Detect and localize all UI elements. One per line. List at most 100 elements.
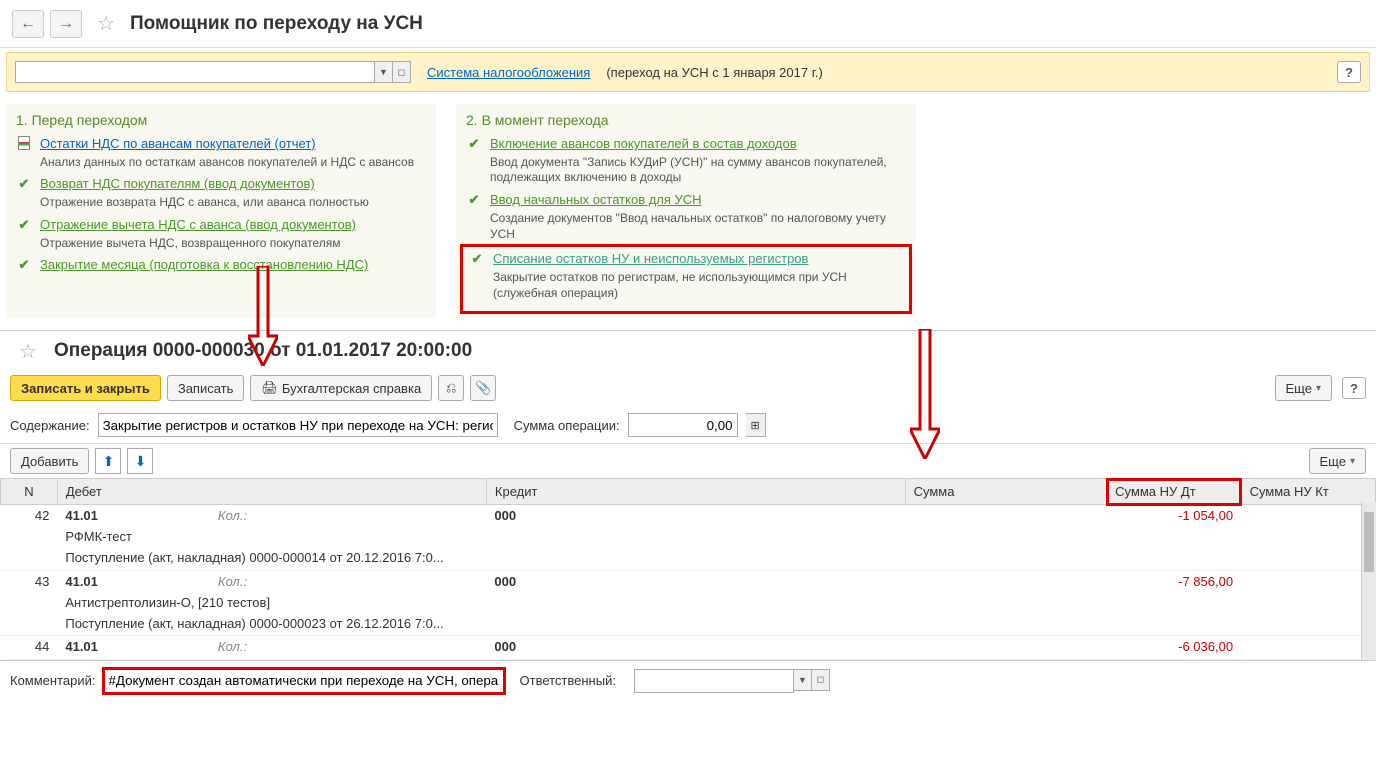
content-input[interactable] — [98, 413, 498, 437]
table-header-row: N Дебет Кредит Сумма Сумма НУ Дт Сумма Н… — [1, 479, 1376, 505]
responsible-combo: ▼ ◻ — [634, 669, 830, 693]
add-row-button[interactable]: Добавить — [10, 448, 89, 474]
structure-button[interactable] — [438, 375, 464, 401]
cell-sum-nu-dt: -7 856,00 — [1107, 570, 1241, 592]
step-item: ✔ Возврат НДС покупателям (ввод документо… — [16, 176, 426, 210]
attachments-button[interactable] — [470, 375, 496, 401]
step-item: ✔ Закрытие месяца (подготовка к восстанов… — [16, 257, 426, 274]
report-icon — [18, 136, 30, 150]
favorite-icon[interactable]: ☆ — [94, 12, 118, 36]
col-debit[interactable]: Дебет — [57, 479, 486, 505]
table-more-button[interactable]: Еще — [1309, 448, 1366, 474]
footer-row: Комментарий: Ответственный: ▼ ◻ — [0, 660, 1376, 701]
step-link[interactable]: Отражение вычета НДС с аванса (ввод доку… — [40, 217, 426, 234]
move-up-button[interactable]: ⬆ — [95, 448, 121, 474]
vertical-scrollbar[interactable] — [1361, 502, 1376, 660]
step-description: Создание документов "Ввод начальных оста… — [490, 211, 906, 242]
cell-sum — [905, 570, 1107, 592]
transition-info-text: (переход на УСН с 1 января 2017 г.) — [606, 65, 822, 80]
col-credit[interactable]: Кредит — [486, 479, 905, 505]
org-open-button[interactable]: ◻ — [393, 61, 411, 83]
cell-sum-nu-kt — [1241, 570, 1375, 592]
steps-during: 2. В момент перехода ✔Включение авансов … — [456, 104, 916, 318]
paperclip-icon — [475, 380, 491, 396]
operation-toolbar: Записать и закрыть Записать Бухгалтерска… — [0, 369, 1376, 407]
steps-before-title: 1. Перед переходом — [16, 112, 426, 128]
comment-input[interactable] — [104, 669, 504, 693]
save-and-close-button[interactable]: Записать и закрыть — [10, 375, 161, 401]
steps-container: 1. Перед переходом Остатки НДС по аванса… — [0, 96, 1376, 330]
table-row[interactable]: 4441.01Кол.:000-6 036,00 — [1, 636, 1376, 658]
col-sum-nu-dt[interactable]: Сумма НУ Дт — [1107, 479, 1241, 505]
cell-sum-nu-kt — [1241, 505, 1375, 527]
table-subrow[interactable]: Антистрептолизин-О, [210 тестов] — [1, 592, 1376, 613]
step-description: Закрытие остатков по регистрам, не испол… — [493, 270, 903, 301]
cell-sub1: РФМК-тест — [57, 526, 486, 547]
cell-sum-nu-kt — [1241, 636, 1375, 658]
operation-header: ☆ Операция 0000-000030 от 01.01.2017 20:… — [0, 330, 1376, 369]
step-link[interactable]: Остатки НДС по авансам покупателей (отче… — [40, 136, 426, 153]
save-button[interactable]: Записать — [167, 375, 245, 401]
cell-n: 44 — [1, 636, 58, 658]
step-link[interactable]: Возврат НДС покупателям (ввод документов… — [40, 176, 426, 193]
check-icon: ✔ — [469, 192, 480, 207]
operation-title: Операция 0000-000030 от 01.01.2017 20:00… — [54, 340, 472, 362]
check-icon: ✔ — [19, 176, 30, 191]
cell-sub2: Поступление (акт, накладная) 0000-000023… — [57, 613, 486, 634]
info-bar: ▼ ◻ Система налогообложения (переход на … — [6, 52, 1370, 92]
org-dropdown-button[interactable]: ▼ — [375, 61, 393, 83]
table-subrow[interactable]: РФМК-тест — [1, 526, 1376, 547]
cell-sum — [905, 636, 1107, 658]
cell-credit: 000 — [486, 570, 905, 592]
cell-sum-nu-dt: -6 036,00 — [1107, 636, 1241, 658]
check-icon: ✔ — [19, 257, 30, 272]
cell-debit: 41.01Кол.: — [57, 505, 486, 527]
col-sum-nu-kt[interactable]: Сумма НУ Кт — [1241, 479, 1375, 505]
forward-button[interactable]: → — [50, 10, 82, 38]
step-item: ✔Отражение вычета НДС с аванса (ввод док… — [16, 217, 426, 251]
help-button[interactable]: ? — [1337, 61, 1361, 83]
more-button[interactable]: Еще — [1275, 375, 1332, 401]
entries-table: N Дебет Кредит Сумма Сумма НУ Дт Сумма Н… — [0, 478, 1376, 660]
move-down-button[interactable]: ⬇ — [127, 448, 153, 474]
step-item: ✔ Списание остатков НУ и неиспользуемых р… — [469, 251, 903, 301]
org-combo: ▼ ◻ — [15, 61, 411, 83]
responsible-open-button[interactable]: ◻ — [812, 669, 830, 691]
tax-system-link[interactable]: Система налогообложения — [427, 65, 590, 80]
table-subrow[interactable]: Поступление (акт, накладная) 0000-000023… — [1, 613, 1376, 634]
scroll-thumb[interactable] — [1364, 512, 1374, 572]
comment-label: Комментарий: — [10, 673, 96, 688]
cell-sub1: Антистрептолизин-О, [210 тестов] — [57, 592, 486, 613]
back-button[interactable]: ← — [12, 10, 44, 38]
responsible-dropdown-button[interactable]: ▼ — [794, 669, 812, 691]
table-row[interactable]: 4341.01Кол.:000-7 856,00 — [1, 570, 1376, 592]
cell-sum-nu-dt: -1 054,00 — [1107, 505, 1241, 527]
check-icon: ✔ — [472, 251, 483, 266]
step-link[interactable]: Закрытие месяца (подготовка к восстановл… — [40, 257, 426, 274]
help-button-2[interactable]: ? — [1342, 377, 1366, 399]
step-description: Отражение вычета НДС, возвращенного поку… — [40, 236, 426, 252]
printer-icon — [261, 380, 278, 396]
operation-favorite-icon[interactable]: ☆ — [16, 339, 40, 363]
responsible-label: Ответственный: — [520, 673, 616, 688]
check-icon: ✔ — [469, 136, 480, 151]
content-label: Содержание: — [10, 418, 90, 433]
step-description: Анализ данных по остаткам авансов покупа… — [40, 155, 426, 171]
col-n[interactable]: N — [1, 479, 58, 505]
sum-input[interactable] — [628, 413, 738, 437]
step-link[interactable]: Включение авансов покупателей в состав д… — [490, 136, 906, 153]
col-sum[interactable]: Сумма — [905, 479, 1107, 505]
entries-table-wrap: N Дебет Кредит Сумма Сумма НУ Дт Сумма Н… — [0, 478, 1376, 660]
step-link[interactable]: Списание остатков НУ и неиспользуемых ре… — [493, 251, 903, 268]
org-input[interactable] — [15, 61, 375, 83]
highlight-annotation: ✔ Списание остатков НУ и неиспользуемых р… — [460, 244, 912, 314]
sum-label: Сумма операции: — [514, 418, 620, 433]
cell-credit: 000 — [486, 505, 905, 527]
table-subrow[interactable]: Поступление (акт, накладная) 0000-000014… — [1, 547, 1376, 568]
calculator-button[interactable]: ⊞ — [746, 413, 766, 437]
step-link[interactable]: Ввод начальных остатков для УСН — [490, 192, 906, 209]
responsible-input[interactable] — [634, 669, 794, 693]
table-row[interactable]: 4241.01Кол.:000-1 054,00 — [1, 505, 1376, 527]
print-accounting-ref-button[interactable]: Бухгалтерская справка — [250, 375, 432, 401]
cell-debit: 41.01Кол.: — [57, 636, 486, 658]
